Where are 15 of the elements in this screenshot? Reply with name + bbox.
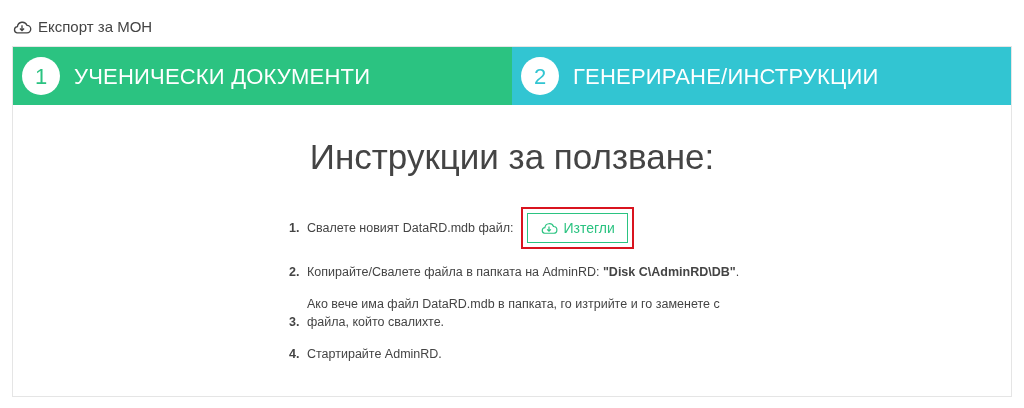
step-number: 2. <box>289 264 301 281</box>
instructions-heading: Инструкции за ползване: <box>308 136 716 178</box>
step-number: 4. <box>289 346 301 363</box>
download-button[interactable]: Изтегли <box>527 213 628 243</box>
step-tab[interactable]: 1 УЧЕНИЧЕСКИ ДОКУМЕНТИ <box>13 47 512 105</box>
step-number: 3. <box>289 314 301 331</box>
instruction-text: Стартирайте AdminRD. <box>307 346 442 363</box>
step-tab[interactable]: 2 ГЕНЕРИРАНЕ/ИНСТРУКЦИИ <box>512 47 1011 105</box>
cloud-download-icon <box>540 221 559 235</box>
page-title: Експорт за МОН <box>38 16 153 37</box>
step-number: 1. <box>289 220 301 237</box>
instruction-text: Ако вече има файл DataRD.mdb в папката, го изтрийте и го заменете с файла, който свалихте. <box>307 296 721 331</box>
cloud-download-icon <box>12 19 32 35</box>
instruction-text: Свалете новият DataRD.mdb файл: <box>307 220 514 237</box>
instruction-text: Копирайте/Свалете файла в папката на AdminRD: "Disk C\AdminRD\DB". <box>307 264 740 281</box>
